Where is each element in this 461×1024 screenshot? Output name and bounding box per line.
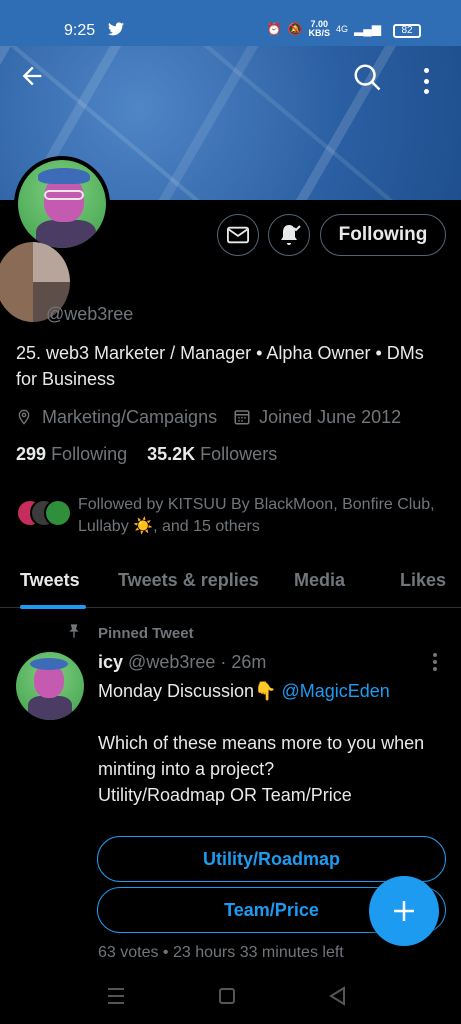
arrow-left-icon	[22, 66, 42, 86]
alarm-icon: ⏰	[266, 22, 282, 36]
followed-by-text[interactable]: Followed by KITSUU By BlackMoon, Bonfire…	[78, 494, 438, 538]
profile-tabs: Tweets Tweets & replies Media Likes	[0, 560, 461, 609]
message-button[interactable]	[217, 214, 259, 256]
triangle-back-icon	[329, 986, 345, 1006]
pinned-label: Pinned Tweet	[66, 622, 194, 644]
notifications-button[interactable]	[268, 214, 310, 256]
tweet-body: Monday Discussion👇 @MagicEden Which of t…	[98, 681, 425, 805]
mute-icon: 🔕	[287, 22, 303, 36]
recents-button[interactable]	[108, 988, 124, 1004]
dot-icon	[423, 68, 429, 73]
profile-meta: Marketing/Campaigns Joined June 2012	[16, 404, 401, 430]
location-icon	[16, 407, 34, 427]
battery-icon: 82	[393, 24, 421, 38]
twitter-icon	[108, 22, 124, 39]
home-button[interactable]	[219, 988, 235, 1004]
pin-icon	[66, 622, 84, 644]
search-button[interactable]	[352, 62, 386, 96]
tab-tweets-replies[interactable]: Tweets & replies	[118, 560, 268, 608]
followed-by-avatars	[16, 499, 76, 531]
profile-location: Marketing/Campaigns	[42, 406, 218, 427]
poll-option-1[interactable]: Utility/Roadmap	[97, 836, 446, 882]
dot-icon	[423, 78, 429, 84]
envelope-icon	[227, 226, 249, 244]
tab-media[interactable]: Media	[294, 560, 354, 608]
tab-tweets[interactable]: Tweets	[20, 560, 86, 609]
profile-bio: 25. web3 Marketer / Manager • Alpha Owne…	[16, 343, 424, 389]
tweet-avatar[interactable]	[16, 652, 84, 720]
calendar-icon	[233, 407, 251, 427]
network-type: 4G	[336, 24, 349, 34]
signal-icon: ▂▄▆	[354, 22, 381, 36]
status-icons: ⏰ 🔕 7.00 KB/S 4G ▂▄▆	[267, 20, 381, 38]
profile-joined: Joined June 2012	[259, 406, 402, 427]
tweet-author-name[interactable]: icy	[98, 652, 123, 672]
system-back-button[interactable]	[328, 986, 346, 1006]
tweet-mention[interactable]: @MagicEden	[281, 681, 389, 701]
status-bar: 9:25 ⏰ 🔕 7.00 KB/S 4G ▂▄▆ 82	[0, 0, 461, 46]
more-options-button[interactable]	[416, 64, 436, 98]
followers-link[interactable]: 35.2K Followers	[147, 444, 277, 465]
status-time: 9:25	[64, 22, 96, 39]
following-button[interactable]: Following	[320, 214, 446, 256]
tweet-handle-time: @web3ree · 26m	[128, 652, 267, 672]
tweet-more-button[interactable]	[430, 653, 440, 671]
search-icon	[354, 64, 381, 91]
tweet-header: icy @web3ree · 26m	[98, 652, 266, 673]
network-speed: 7.00 KB/S	[308, 19, 331, 38]
profile-handle: @web3ree	[46, 304, 134, 324]
back-button[interactable]	[18, 62, 54, 98]
profile-avatar[interactable]	[14, 156, 110, 252]
bell-check-icon	[281, 225, 301, 245]
following-link[interactable]: 299 Following	[16, 444, 127, 465]
tab-likes[interactable]: Likes	[400, 560, 450, 608]
follow-counts: 299 Following 35.2K Followers	[16, 444, 277, 465]
poll-meta: 63 votes • 23 hours 33 minutes left	[98, 944, 344, 961]
plus-icon	[394, 901, 414, 921]
compose-tweet-button[interactable]	[369, 876, 439, 946]
dot-icon	[423, 89, 429, 94]
